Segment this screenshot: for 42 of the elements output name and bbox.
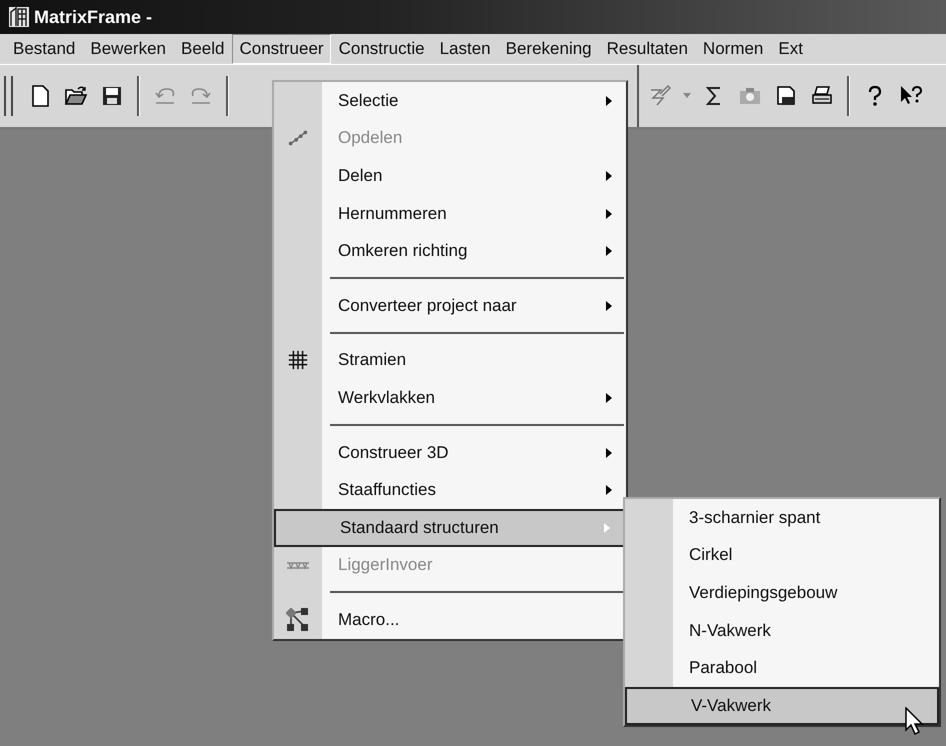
submenu-arrow-icon — [606, 208, 612, 219]
menu-item[interactable]: Stramien — [274, 342, 626, 380]
menu-item[interactable]: Standaard structuren — [274, 508, 626, 547]
menu-item[interactable]: Converteer project naar — [274, 286, 626, 325]
submenu-arrow-icon — [606, 170, 612, 181]
app-icon — [8, 6, 30, 28]
menu-bar-item[interactable]: Constructie — [332, 34, 432, 64]
menu-item[interactable]: Verdiepingsgebouw — [625, 574, 939, 612]
submenu-arrow-icon — [606, 300, 612, 311]
menu-item[interactable]: Hernummeren — [274, 194, 626, 232]
window-title: MatrixFrame - — [34, 6, 152, 28]
menu-item[interactable]: Parabool — [625, 649, 939, 687]
menu-item[interactable]: Selectie — [274, 82, 626, 120]
submenu-arrow-icon — [606, 96, 612, 106]
submenu-arrow-icon — [606, 485, 612, 496]
menu-item[interactable]: Omkeren richting — [274, 232, 626, 270]
menu-item[interactable]: N-Vakwerk — [625, 612, 939, 650]
menu-item[interactable]: V-Vakwerk — [625, 686, 939, 725]
submenu-arrow-icon — [606, 392, 612, 403]
grid-icon — [287, 349, 309, 372]
toolbar-grip[interactable] — [4, 76, 13, 116]
menu-bar-item[interactable]: Bewerken — [83, 34, 173, 64]
menu-bar-item[interactable]: Ext — [771, 34, 810, 64]
node-network-icon — [286, 608, 310, 632]
submenu-arrow-icon — [606, 246, 612, 256]
menu-bar-item[interactable]: Normen — [696, 34, 770, 64]
menu-item[interactable]: Staaffuncties — [274, 471, 626, 509]
menu-item[interactable]: 3-scharnier spant — [625, 499, 939, 537]
menu-item[interactable]: Cirkel — [625, 536, 939, 574]
submenu-arrow-icon — [606, 448, 612, 458]
menu-item[interactable]: Macro... — [274, 601, 626, 639]
menu-item[interactable]: Delen — [274, 157, 626, 195]
menu-bar-item[interactable]: Construeer — [232, 34, 331, 64]
menu-bar-item[interactable]: Lasten — [432, 34, 498, 64]
menu-bar-item[interactable]: Beeld — [174, 34, 232, 64]
mouse-pointer-icon — [905, 707, 925, 737]
menu-item[interactable]: Construeer 3D — [274, 434, 626, 472]
menu-bar-item[interactable]: Resultaten — [600, 34, 695, 64]
submenu-arrow-icon — [604, 522, 610, 533]
menu-item[interactable]: Werkvlakken — [274, 379, 626, 417]
menu-bar-item[interactable]: Berekening — [498, 34, 599, 64]
menu-bar-item[interactable]: Bestand — [6, 34, 82, 64]
